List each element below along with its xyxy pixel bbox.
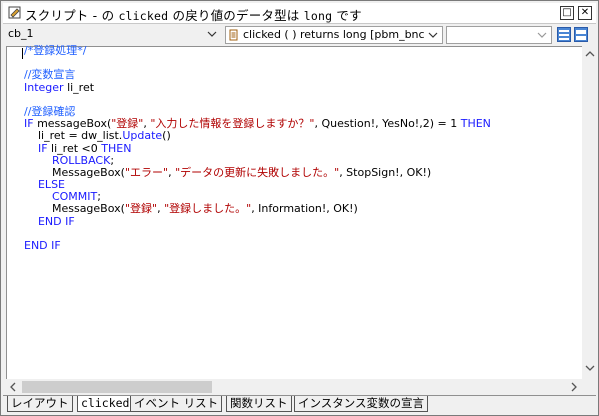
title-event: clicked bbox=[118, 9, 169, 23]
code-line[interactable]: /*登録処理*/ bbox=[24, 44, 491, 57]
code-line[interactable]: Integer li_ret bbox=[24, 80, 491, 94]
object-combo-value: cb_1 bbox=[8, 27, 34, 40]
code-token: messageBox( bbox=[33, 117, 112, 131]
code-area[interactable]: /*登録処理*/​//変数宣言Integer li_ret​//登録確認IF m… bbox=[24, 44, 491, 252]
layout-toggle-icon[interactable] bbox=[557, 27, 571, 42]
chevron-down-icon bbox=[207, 31, 217, 37]
close-button[interactable]: ✕ bbox=[578, 6, 592, 20]
code-token: IF bbox=[24, 117, 34, 131]
event-combo[interactable]: clicked ( ) returns long [pbm_bnclic bbox=[225, 26, 443, 44]
code-token: ELSE bbox=[24, 178, 65, 192]
code-token: END IF bbox=[24, 214, 75, 228]
code-token: "登録しました。" bbox=[164, 202, 252, 216]
tab-clicked[interactable]: clicked bbox=[77, 396, 134, 412]
code-token: "登録" bbox=[124, 202, 158, 216]
code-token: "データの更新に失敗しました。" bbox=[175, 165, 340, 179]
script-window: スクリプト - の clicked の戻り値のデータ型は long です □ ✕… bbox=[0, 0, 599, 416]
event-combo-value: clicked ( ) returns long [pbm_bnclic bbox=[243, 28, 425, 41]
chevron-down-icon bbox=[428, 32, 438, 38]
scroll-right-icon[interactable] bbox=[570, 382, 578, 392]
code-token: THEN bbox=[101, 141, 132, 155]
tab-function-list[interactable]: 関数リスト bbox=[226, 396, 292, 412]
window-title: スクリプト - の clicked の戻り値のデータ型は long です bbox=[25, 8, 362, 23]
horizontal-scroll-thumb[interactable] bbox=[22, 381, 212, 393]
code-token: THEN bbox=[460, 117, 491, 131]
code-line[interactable]: MessageBox("エラー", "データの更新に失敗しました。", Stop… bbox=[24, 165, 491, 179]
code-token: , Information!, OK!) bbox=[251, 202, 358, 216]
script-editor[interactable]: /*登録処理*/​//変数宣言Integer li_ret​//登録確認IF m… bbox=[6, 44, 582, 380]
scroll-up-icon[interactable] bbox=[585, 50, 595, 58]
title-middle: の戻り値のデータ型は bbox=[172, 8, 300, 23]
code-token: li_ret = dw_list. bbox=[24, 129, 123, 143]
code-token: , bbox=[157, 202, 165, 216]
title-suffix: です bbox=[336, 8, 362, 23]
code-token: "入力した情報を登録しますか？" bbox=[150, 117, 315, 131]
script-icon bbox=[8, 6, 21, 19]
script-event-icon bbox=[229, 29, 238, 41]
code-token: "エラー" bbox=[124, 165, 169, 179]
code-token: //変数宣言 bbox=[24, 68, 76, 82]
code-line[interactable]: END IF bbox=[24, 239, 491, 252]
code-line[interactable]: ​ bbox=[24, 57, 491, 69]
code-line[interactable]: MessageBox("登録", "登録しました。", Information!… bbox=[24, 203, 491, 215]
code-token: , StopSign!, OK!) bbox=[339, 165, 432, 179]
tab-clicked-label: clicked bbox=[81, 396, 130, 410]
code-token: IF bbox=[24, 141, 48, 155]
third-combo[interactable] bbox=[446, 26, 552, 44]
title-type: long bbox=[303, 9, 333, 23]
code-token: () bbox=[162, 129, 171, 143]
tab-bar: レイアウト clicked イベント リスト 関数リスト インスタンス変数の宣言 bbox=[3, 395, 596, 414]
title-bar[interactable]: スクリプト - の clicked の戻り値のデータ型は long です □ ✕ bbox=[3, 3, 596, 24]
split-view-icon[interactable] bbox=[574, 27, 588, 42]
code-line[interactable]: ​ bbox=[24, 94, 491, 106]
object-combo[interactable]: cb_1 bbox=[5, 26, 221, 44]
text-cursor bbox=[22, 48, 23, 59]
code-token: ; bbox=[110, 153, 115, 167]
code-token: MessageBox( bbox=[24, 202, 125, 216]
code-token: //登録確認 bbox=[24, 104, 76, 118]
code-token: li_ret bbox=[63, 80, 95, 94]
tab-instance-variables[interactable]: インスタンス変数の宣言 bbox=[294, 396, 429, 412]
code-token: Update bbox=[122, 129, 163, 143]
toolbar: cb_1 clicked ( ) returns long [pbm_bncli… bbox=[3, 25, 596, 45]
code-token: /*登録処理*/ bbox=[24, 44, 87, 57]
code-token: ROLLBACK bbox=[24, 153, 111, 167]
vertical-scrollbar[interactable] bbox=[582, 46, 598, 379]
code-token: li_ret <0 bbox=[47, 141, 102, 155]
tab-event-list[interactable]: イベント リスト bbox=[130, 396, 223, 412]
code-token: END IF bbox=[24, 239, 61, 252]
title-prefix: スクリプト - bbox=[25, 8, 102, 23]
code-token: Integer bbox=[24, 80, 64, 94]
code-token: MessageBox( bbox=[24, 165, 125, 179]
restore-button[interactable]: □ bbox=[560, 6, 574, 20]
horizontal-scrollbar[interactable] bbox=[6, 379, 582, 395]
chevron-down-icon bbox=[537, 32, 547, 38]
tab-layout[interactable]: レイアウト bbox=[7, 396, 73, 412]
code-line[interactable]: ​ bbox=[24, 228, 491, 240]
scroll-left-icon[interactable] bbox=[9, 382, 17, 392]
code-token: "登録" bbox=[111, 117, 144, 131]
code-token: , bbox=[168, 165, 176, 179]
code-line[interactable]: END IF bbox=[24, 214, 491, 228]
code-token: , Question!, YesNo!,2) = 1 bbox=[314, 117, 461, 131]
scroll-down-icon[interactable] bbox=[585, 364, 595, 372]
